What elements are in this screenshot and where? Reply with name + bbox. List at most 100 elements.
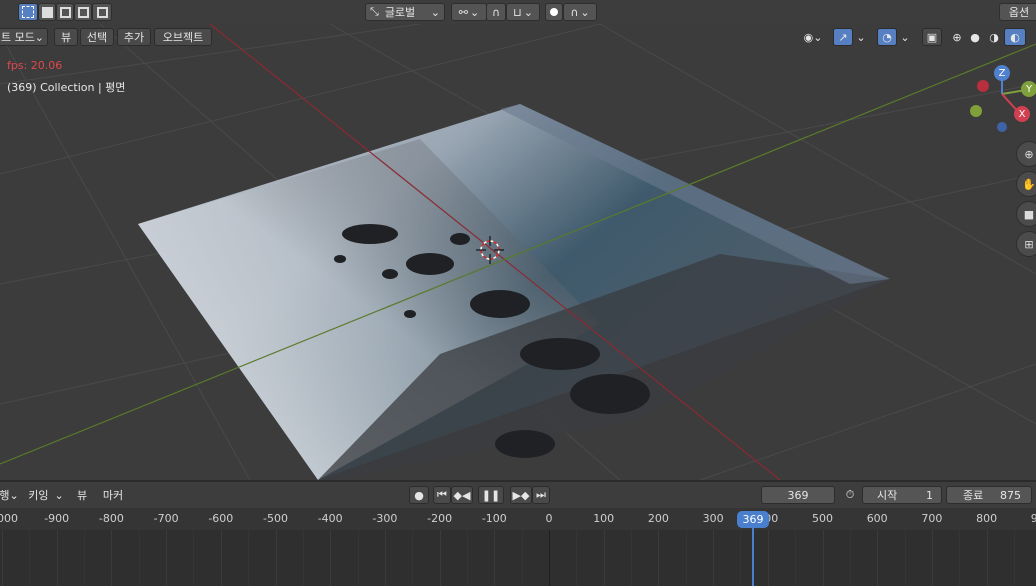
camera-icon: ■ — [1023, 207, 1035, 221]
chevron-down-icon: ⌄ — [470, 5, 480, 19]
end-frame-value: 875 — [1000, 488, 1021, 502]
gizmo-dropdown[interactable]: ⌄ — [853, 28, 869, 46]
perspective-toggle-button[interactable]: ⊞ — [1016, 231, 1036, 257]
timeline-track-area[interactable] — [0, 530, 1036, 586]
camera-view-button[interactable]: ■ — [1016, 201, 1036, 227]
select-subtract-icon — [59, 6, 71, 18]
timeline-tick-label: 800 — [976, 512, 998, 525]
link-icon: ⚯ — [458, 5, 468, 19]
playback-label: 행 — [0, 489, 10, 502]
timeline-gridline — [303, 530, 304, 586]
select-extend-button[interactable] — [38, 3, 56, 21]
timeline-gridline — [740, 530, 741, 586]
falloff-dropdown[interactable]: ∩ ⌄ — [563, 3, 597, 21]
marker-menu[interactable]: 마커 — [98, 486, 128, 504]
timeline-gridline — [276, 530, 277, 586]
snap-target-dropdown[interactable]: ⊔ ⌄ — [506, 3, 540, 21]
keying-dropdown[interactable]: 키잉 ⌄ — [24, 486, 68, 504]
shading-wireframe-button[interactable]: ⊕ — [948, 28, 966, 46]
select-subtract-button[interactable] — [56, 3, 74, 21]
timeline-gridline — [549, 530, 550, 586]
select-intersect-button[interactable] — [92, 3, 112, 21]
chevron-down-icon: ⌄ — [34, 30, 44, 44]
xray-toggle-button[interactable]: ▣ — [922, 28, 942, 46]
gizmo-z-axis[interactable]: Z — [994, 65, 1010, 81]
playhead-handle[interactable]: 369 — [737, 511, 769, 528]
snap-increment-icon: ⊔ — [513, 5, 522, 19]
mode-dropdown[interactable]: 트 모드 ⌄ — [0, 28, 48, 46]
3d-viewport[interactable]: Z Y X fps: 20.06 (369) Collection | 평면 ⊕… — [0, 24, 1036, 480]
gizmo-toggle-button[interactable]: ↗ — [833, 28, 853, 46]
select-box-mode-button[interactable] — [18, 3, 38, 21]
timeline-tick-label: 900 — [1030, 512, 1036, 525]
timeline-gridline — [139, 530, 140, 586]
timeline-tick-label: -200 — [427, 512, 453, 525]
add-menu[interactable]: 추가 — [117, 28, 151, 46]
material-sphere-icon: ◑ — [989, 30, 999, 44]
pivot-point-dropdown[interactable]: ⚯ ⌄ — [451, 3, 487, 21]
chevron-down-icon: ⌄ — [430, 5, 440, 19]
prev-keyframe-button[interactable]: ◆◀ — [451, 486, 473, 504]
proportional-edit-icon — [550, 8, 558, 16]
timeline-gridline — [385, 530, 386, 586]
timeline-gridline — [166, 530, 167, 586]
select-invert-button[interactable] — [74, 3, 92, 21]
fps-readout: fps: 20.06 — [7, 59, 63, 72]
timeline-gridline — [29, 530, 30, 586]
select-extend-icon — [41, 6, 53, 18]
current-frame-field[interactable]: 369 — [761, 486, 835, 504]
shading-solid-button[interactable]: ● — [966, 28, 984, 46]
gizmo-y-axis[interactable]: Y — [1021, 81, 1036, 97]
timeline-gridline — [522, 530, 523, 586]
shading-material-button[interactable]: ◑ — [985, 28, 1003, 46]
gizmo-z-label: Z — [998, 67, 1006, 79]
chevron-down-icon: ⌄ — [54, 488, 64, 502]
timeline-gridline — [686, 530, 687, 586]
record-button[interactable]: ● — [409, 486, 429, 504]
proportional-edit-toggle[interactable] — [545, 3, 563, 21]
navigation-gizmo — [970, 74, 1027, 132]
timeline-tick-label: 600 — [866, 512, 888, 525]
select-invert-icon — [77, 6, 89, 18]
jump-end-button[interactable]: ⏭ — [532, 486, 550, 504]
timeline-gridline — [111, 530, 112, 586]
view-menu[interactable]: 뷰 — [54, 28, 78, 46]
transform-orientation-dropdown[interactable]: ⤡ 글로벌 ⌄ — [365, 3, 445, 21]
playback-dropdown[interactable]: 행 ⌄ — [0, 486, 22, 504]
gizmo-x-axis[interactable]: X — [1014, 106, 1030, 122]
timeline-view-menu[interactable]: 뷰 — [72, 486, 92, 504]
timeline-gridline — [440, 530, 441, 586]
jump-start-button[interactable]: ⏮ — [433, 486, 451, 504]
snap-toggle-button[interactable]: ∩ — [486, 3, 506, 21]
visibility-dropdown[interactable]: ◉ ⌄ — [798, 28, 828, 46]
select-menu[interactable]: 선택 — [80, 28, 114, 46]
timeline-tick-label: -300 — [372, 512, 398, 525]
shading-rendered-button[interactable]: ◐ — [1004, 28, 1026, 46]
options-dropdown[interactable]: 옵션 — [999, 3, 1036, 21]
zoom-button[interactable]: ⊕ — [1016, 141, 1036, 167]
end-frame-field[interactable]: 종료 875 — [946, 486, 1032, 504]
timeline-gridline — [221, 530, 222, 586]
pan-button[interactable]: ✋ — [1016, 171, 1036, 197]
object-info-text: (369) Collection | 평면 — [7, 81, 126, 94]
timeline-tick-label: -800 — [98, 512, 124, 525]
start-frame-label: 시작 — [877, 489, 898, 502]
chevron-down-icon: ⌄ — [580, 5, 590, 19]
chevron-down-icon: ⌄ — [813, 30, 823, 44]
overlay-dropdown[interactable]: ⌄ — [897, 28, 913, 46]
timeline-gridline — [1014, 530, 1015, 586]
use-preview-range-toggle[interactable]: ⏱ — [841, 486, 859, 504]
overlay-toggle-button[interactable]: ◔ — [877, 28, 897, 46]
next-keyframe-button[interactable]: ▶◆ — [510, 486, 532, 504]
timeline-gridline — [850, 530, 851, 586]
timeline-tick-label: -900 — [44, 512, 70, 525]
pause-button[interactable]: ❚❚ — [478, 486, 504, 504]
timeline-gridline — [193, 530, 194, 586]
object-menu[interactable]: 오브젝트 — [154, 28, 212, 46]
timeline-tick-label: -700 — [153, 512, 179, 525]
timeline-tick-label: 200 — [647, 512, 669, 525]
playhead-line[interactable] — [752, 520, 754, 586]
top-header: ⤡ 글로벌 ⌄ ⚯ ⌄ ∩ ⊔ ⌄ ∩ ⌄ 옵션 — [0, 0, 1036, 25]
select-box-icon — [22, 6, 34, 18]
start-frame-field[interactable]: 시작 1 — [862, 486, 942, 504]
